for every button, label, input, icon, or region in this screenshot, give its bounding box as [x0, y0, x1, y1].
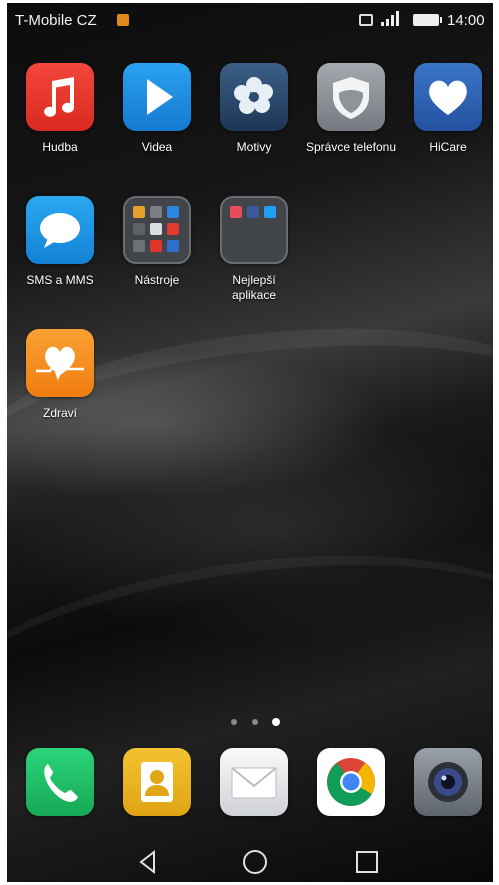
dock-phone[interactable]	[12, 748, 108, 816]
navigation-bar	[7, 841, 493, 881]
dock	[7, 748, 493, 828]
app-motivy[interactable]: Motivy	[206, 63, 302, 155]
phone-icon	[26, 748, 94, 816]
folder-icon	[220, 196, 288, 264]
recents-icon[interactable]	[352, 847, 382, 877]
app-sms-a-mms[interactable]: SMS a MMS	[12, 196, 108, 288]
app-videa[interactable]: Videa	[109, 63, 205, 155]
folder-nejlepsi-aplikace[interactable]: Nejlepší aplikace	[206, 196, 302, 303]
shield-icon	[317, 63, 385, 131]
page-dot[interactable]	[252, 719, 258, 725]
app-label: HiCare	[429, 140, 467, 154]
folder-nastroje[interactable]: Nástroje	[109, 196, 205, 288]
page-dot-active[interactable]	[272, 718, 280, 726]
envelope-icon	[220, 748, 288, 816]
status-bar: T-Mobile CZ 14:00	[7, 3, 493, 39]
folder-icon	[123, 196, 191, 264]
app-label: Nástroje	[134, 273, 180, 287]
health-heart-icon	[26, 329, 94, 397]
carrier-name: T-Mobile CZ	[15, 12, 97, 29]
contact-icon	[123, 748, 191, 816]
app-label: Nejlepší aplikace	[231, 273, 277, 302]
app-label: SMS a MMS	[26, 273, 94, 287]
app-label: Videa	[141, 140, 173, 154]
app-label: Motivy	[236, 140, 272, 154]
camera-icon	[414, 748, 482, 816]
home-icon[interactable]	[240, 847, 270, 877]
app-label: Hudba	[42, 140, 78, 154]
page-indicator	[7, 716, 493, 728]
app-hudba[interactable]: Hudba	[12, 63, 108, 155]
dock-camera[interactable]	[400, 748, 493, 816]
app-zdravi[interactable]: Zdraví	[12, 329, 108, 421]
home-screen: T-Mobile CZ 14:00 Hudba Videa Motivy Spr…	[7, 3, 493, 882]
heart-icon	[414, 63, 482, 131]
play-icon	[123, 63, 191, 131]
dock-email[interactable]	[206, 748, 302, 816]
dock-contacts[interactable]	[109, 748, 205, 816]
message-bubble-icon	[26, 196, 94, 264]
app-label: Správce telefonu	[305, 140, 397, 154]
app-spravce-telefonu[interactable]: Správce telefonu	[303, 63, 399, 155]
signal-icon	[381, 10, 403, 26]
app-hicare[interactable]: HiCare	[400, 63, 493, 155]
nfc-icon	[359, 14, 373, 26]
music-icon	[26, 63, 94, 131]
back-icon[interactable]	[133, 847, 163, 877]
sim-notification-icon	[117, 14, 129, 26]
battery-icon	[413, 14, 442, 26]
page-dot[interactable]	[231, 719, 237, 725]
chrome-icon	[317, 748, 385, 816]
themes-flower-icon	[220, 63, 288, 131]
dock-chrome[interactable]	[303, 748, 399, 816]
clock: 14:00	[447, 12, 485, 29]
app-label: Zdraví	[42, 406, 77, 420]
